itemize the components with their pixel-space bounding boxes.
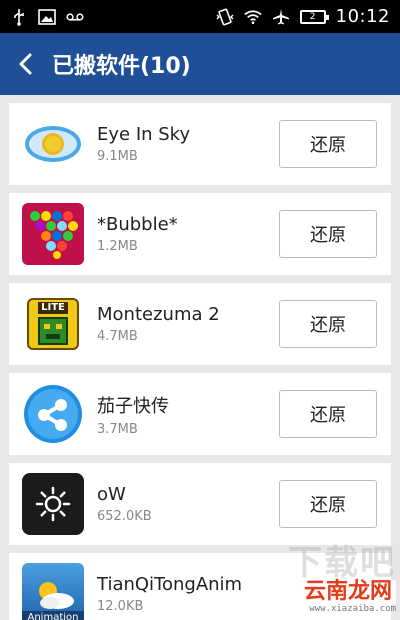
app-name: Eye In Sky <box>97 124 191 145</box>
app-name: 茄子快传 <box>97 395 169 417</box>
status-left-icons <box>10 8 84 26</box>
app-info: oW 652.0KB <box>97 484 279 524</box>
restore-button[interactable]: 还原 <box>279 480 377 528</box>
app-info: 茄子快传 3.7MB <box>97 392 279 437</box>
list-item-montezuma: LITE Montezuma 2 4.7MB 还原 <box>9 283 391 365</box>
restore-button[interactable]: 还原 <box>279 390 377 438</box>
status-right-icons: 2 10:12 <box>216 6 390 27</box>
title-bar: 已搬软件(10) <box>0 33 400 95</box>
montezuma-app-icon: LITE <box>27 298 79 350</box>
vibrate-icon <box>216 8 234 26</box>
lite-badge: LITE <box>38 302 68 314</box>
list-item-qiezi: 茄子快传 3.7MB 还原 <box>9 373 391 455</box>
app-info: Eye In Sky 9.1MB <box>97 124 279 164</box>
animation-label: Animation <box>22 611 84 620</box>
app-info: *Bubble* 1.2MB <box>97 214 279 254</box>
app-info: TianQiTongAnim 12.0KB <box>97 574 391 614</box>
list-item-eye-in-sky: Eye In Sky 9.1MB 还原 <box>9 103 391 185</box>
back-arrow-icon[interactable] <box>18 52 38 76</box>
restore-button[interactable]: 还原 <box>279 210 377 258</box>
app-name: oW <box>97 484 126 505</box>
app-size: 3.7MB <box>97 421 138 437</box>
app-size: 1.2MB <box>97 239 138 254</box>
app-size: 12.0KB <box>97 599 144 614</box>
moved-apps-list[interactable]: Eye In Sky 9.1MB 还原 *Bubble* 1.2MB 还原 LI… <box>0 95 400 620</box>
list-item-ow: oW 652.0KB 还原 <box>9 463 391 545</box>
app-size: 9.1MB <box>97 149 138 164</box>
share-app-icon <box>22 383 84 445</box>
battery-icon: 2 <box>299 9 329 24</box>
bubble-app-icon <box>22 203 84 265</box>
app-name: *Bubble* <box>97 214 178 235</box>
wifi-icon <box>243 8 262 26</box>
weather-app-icon: Animation <box>22 563 84 620</box>
page-title[interactable]: 已搬软件(10) <box>52 48 191 80</box>
list-item-tianqitong: Animation TianQiTongAnim 12.0KB <box>9 553 391 620</box>
clock: 10:12 <box>335 6 390 27</box>
voicemail-icon <box>66 8 84 26</box>
eye-app-icon <box>22 113 84 175</box>
airplane-icon <box>272 8 290 26</box>
app-size: 652.0KB <box>97 509 152 524</box>
restore-button[interactable]: 还原 <box>279 120 377 168</box>
status-bar: 2 10:12 <box>0 0 400 33</box>
app-info: Montezuma 2 4.7MB <box>97 304 279 344</box>
sun-app-icon <box>22 473 84 535</box>
image-icon <box>38 8 56 26</box>
app-size: 4.7MB <box>97 329 138 344</box>
restore-button[interactable]: 还原 <box>279 300 377 348</box>
app-name: TianQiTongAnim <box>97 574 243 595</box>
usb-icon <box>10 8 28 26</box>
battery-level: 2 <box>309 11 316 22</box>
list-item-bubble: *Bubble* 1.2MB 还原 <box>9 193 391 275</box>
app-name: Montezuma 2 <box>97 304 220 325</box>
